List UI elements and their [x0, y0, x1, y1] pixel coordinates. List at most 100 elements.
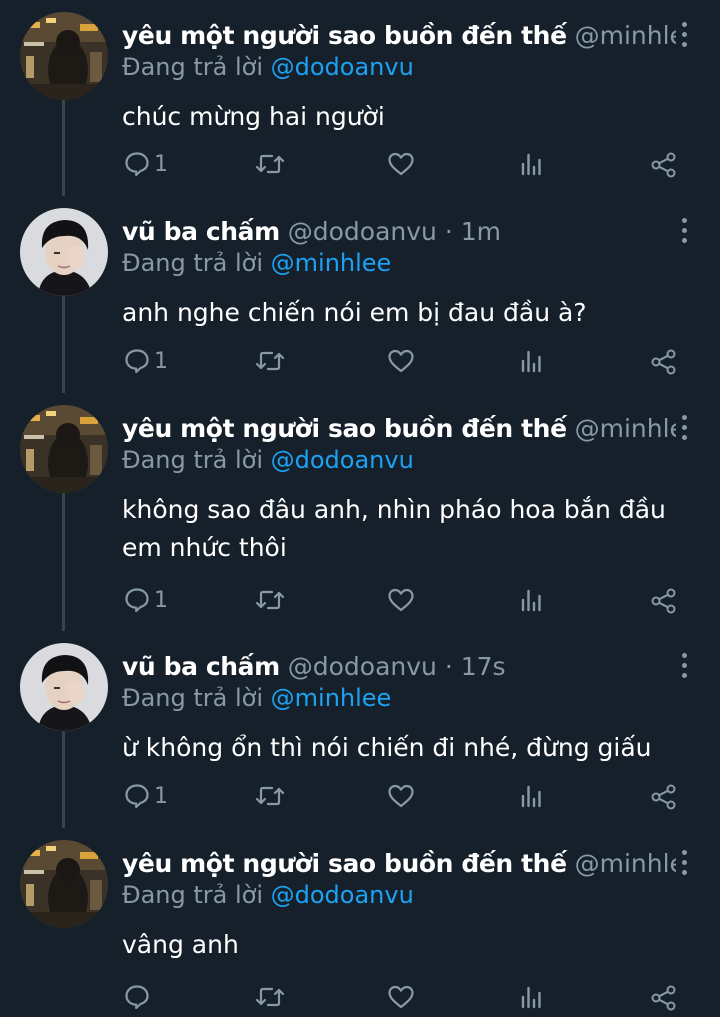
like-button[interactable] — [387, 344, 417, 380]
share-button[interactable] — [650, 147, 680, 183]
replying-to-line: Đang trả lời @minhlee — [122, 246, 391, 280]
tweet-actions: 1 — [0, 583, 720, 619]
mention-link[interactable]: @dodoanvu — [271, 53, 414, 81]
retweet-button[interactable] — [255, 980, 289, 1016]
reply-button[interactable]: 1 — [124, 147, 184, 183]
comment-bubble-icon — [125, 985, 149, 1010]
tweet-text: anh nghe chiến nói em bị đau đầu à? — [122, 298, 587, 327]
views-button[interactable] — [518, 147, 546, 183]
comment-bubble-icon — [125, 349, 149, 374]
tweet-text: vâng anh — [122, 930, 239, 959]
replying-to-label: Đang trả lời — [122, 684, 271, 712]
like-button[interactable] — [387, 779, 417, 815]
reply-button[interactable]: 1 — [124, 344, 184, 380]
share-button[interactable] — [650, 583, 680, 619]
reply-count: 1 — [154, 784, 168, 809]
tweet[interactable]: vũ ba chấm @dodoanvu · 17s Đang trả lời … — [0, 631, 720, 828]
tweet-header: yêu một người sao buồn đến thế @minhlee … — [122, 411, 676, 447]
avatar-portrait-image — [20, 208, 108, 296]
heart-icon — [388, 588, 414, 612]
mention-link[interactable]: @dodoanvu — [271, 881, 414, 909]
retweet-button[interactable] — [255, 147, 289, 183]
tweet[interactable]: vũ ba chấm @dodoanvu · 1m Đang trả lời @… — [0, 196, 720, 393]
avatar-city-lights-image — [20, 12, 108, 100]
heart-icon — [388, 349, 414, 373]
share-button[interactable] — [650, 779, 680, 815]
avatar-city-lights-image — [20, 840, 108, 928]
share-icon — [651, 784, 676, 810]
share-icon — [651, 349, 676, 375]
mention-link[interactable]: @minhlee — [271, 684, 392, 712]
tweet-header: yêu một người sao buồn đến thế @minhlee … — [122, 18, 676, 54]
reply-button[interactable]: 1 — [124, 583, 184, 619]
replying-to-label: Đang trả lời — [122, 53, 271, 81]
share-icon — [651, 588, 676, 614]
tweet-actions: 1 — [0, 147, 720, 183]
share-icon — [651, 985, 676, 1011]
share-button[interactable] — [650, 980, 680, 1016]
like-button[interactable] — [387, 583, 417, 619]
retweet-icon — [255, 786, 285, 806]
more-options-icon[interactable] — [680, 20, 690, 50]
views-button[interactable] — [518, 779, 546, 815]
reply-count: 1 — [154, 588, 168, 613]
handle-and-time: @dodoanvu · 17s — [287, 652, 506, 681]
replying-to-line: Đang trả lời @dodoanvu — [122, 878, 414, 912]
reply-button[interactable] — [124, 980, 184, 1016]
more-options-icon[interactable] — [680, 848, 690, 878]
bar-chart-icon — [521, 785, 541, 808]
share-button[interactable] — [650, 344, 680, 380]
tweet[interactable]: yêu một người sao buồn đến thế @minhlee … — [0, 0, 720, 196]
views-button[interactable] — [518, 344, 546, 380]
mention-link[interactable]: @minhlee — [271, 249, 392, 277]
handle-and-time: @minhlee ·... — [574, 21, 676, 50]
comment-bubble-icon — [125, 152, 149, 177]
reply-count: 1 — [154, 152, 168, 177]
handle-and-time: @minhlee ·... — [574, 414, 676, 443]
more-options-icon[interactable] — [680, 216, 690, 246]
tweet-header: yêu một người sao buồn đến thế @minhlee … — [122, 846, 676, 882]
share-icon — [651, 152, 676, 178]
reply-button[interactable]: 1 — [124, 779, 184, 815]
avatar[interactable] — [20, 405, 108, 493]
avatar-city-lights-image — [20, 405, 108, 493]
heart-icon — [388, 152, 414, 176]
retweet-button[interactable] — [255, 583, 289, 619]
display-name[interactable]: vũ ba chấm — [122, 652, 280, 681]
handle-and-time: @minhlee ·... — [574, 849, 676, 878]
display-name[interactable]: vũ ba chấm — [122, 217, 280, 246]
tweet-header: vũ ba chấm @dodoanvu · 17s — [122, 649, 676, 685]
views-button[interactable] — [518, 583, 546, 619]
tweet[interactable]: yêu một người sao buồn đến thế @minhlee … — [0, 393, 720, 631]
replying-to-label: Đang trả lời — [122, 249, 271, 277]
tweet-text: chúc mừng hai người — [122, 102, 385, 131]
more-options-icon[interactable] — [680, 413, 690, 443]
display-name[interactable]: yêu một người sao buồn đến thế — [122, 849, 567, 878]
avatar[interactable] — [20, 643, 108, 731]
mention-link[interactable]: @dodoanvu — [271, 446, 414, 474]
bar-chart-icon — [521, 350, 541, 373]
reply-count: 1 — [154, 349, 168, 374]
tweet[interactable]: yêu một người sao buồn đến thế @minhlee … — [0, 828, 720, 1017]
retweet-button[interactable] — [255, 344, 289, 380]
heart-icon — [388, 985, 414, 1009]
replying-to-label: Đang trả lời — [122, 881, 271, 909]
views-button[interactable] — [518, 980, 546, 1016]
tweet-text: ừ không ổn thì nói chiến đi nhé, đừng gi… — [122, 733, 652, 762]
retweet-button[interactable] — [255, 779, 289, 815]
avatar[interactable] — [20, 208, 108, 296]
retweet-icon — [255, 154, 285, 174]
display-name[interactable]: yêu một người sao buồn đến thế — [122, 21, 567, 50]
like-button[interactable] — [387, 980, 417, 1016]
like-button[interactable] — [387, 147, 417, 183]
avatar[interactable] — [20, 840, 108, 928]
retweet-icon — [255, 987, 285, 1007]
avatar-portrait-image — [20, 643, 108, 731]
avatar[interactable] — [20, 12, 108, 100]
comment-bubble-icon — [125, 784, 149, 809]
display-name[interactable]: yêu một người sao buồn đến thế — [122, 414, 567, 443]
tweet-actions — [0, 980, 720, 1016]
bar-chart-icon — [521, 153, 541, 176]
more-options-icon[interactable] — [680, 651, 690, 681]
comment-bubble-icon — [125, 588, 149, 613]
